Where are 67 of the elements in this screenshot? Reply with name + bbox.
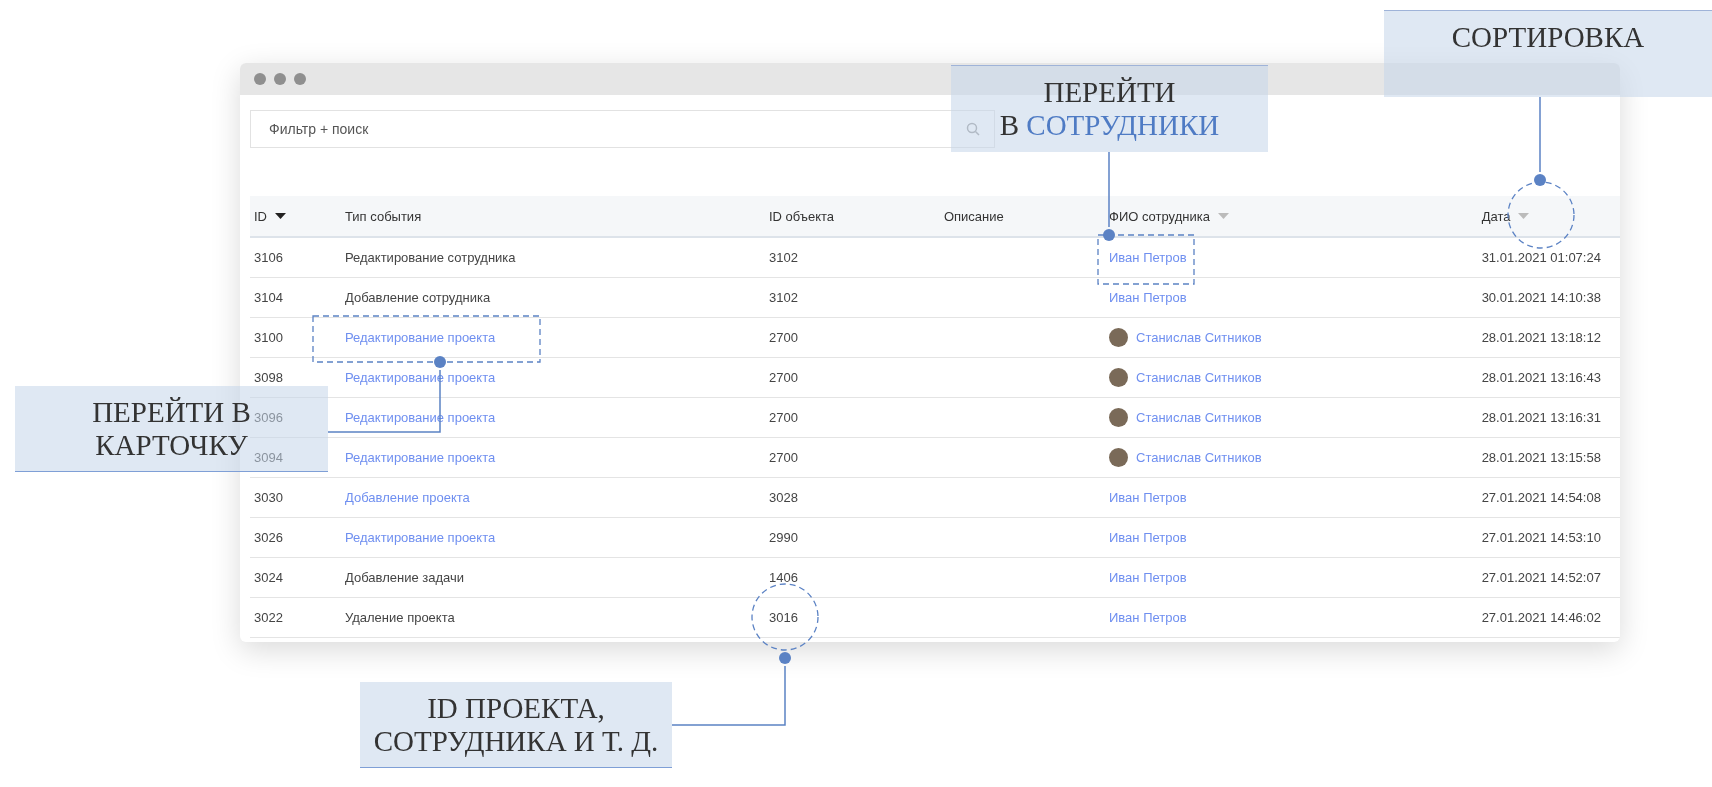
table-cell: 30.01.2021 14:10:38: [1481, 290, 1601, 305]
table-cell: 3030: [254, 490, 283, 505]
event-link[interactable]: Редактирование проекта: [344, 330, 496, 345]
employee-link[interactable]: Станислав Ситников: [1136, 410, 1262, 425]
event-link[interactable]: Редактирование проекта: [344, 450, 496, 465]
table-cell: 3028: [768, 490, 798, 505]
anchor-dot: [434, 356, 446, 368]
column-header: Тип события: [344, 208, 422, 224]
employee-link[interactable]: Иван Петров: [1109, 490, 1187, 505]
table-cell: 28.01.2021 13:16:43: [1481, 370, 1601, 385]
column-header: Описание: [943, 208, 1004, 224]
table-cell: Редактирование сотрудника: [344, 250, 516, 265]
window-control-icon[interactable]: [254, 73, 266, 85]
table-cell: 31.01.2021 01:07:24: [1481, 250, 1601, 265]
anchor-dot: [1534, 174, 1546, 186]
employee-link[interactable]: Станислав Ситников: [1136, 330, 1262, 345]
table-cell: 27.01.2021 14:54:08: [1481, 490, 1601, 505]
table-cell: 3096: [254, 410, 283, 425]
table-cell: 3016: [768, 610, 798, 625]
table-cell: Удаление проекта: [344, 610, 455, 625]
table-cell: Добавление задачи: [344, 570, 464, 585]
table-cell: 2700: [768, 450, 798, 465]
table-cell: 3026: [254, 530, 283, 545]
anchor-dot: [779, 652, 791, 664]
employee-link[interactable]: Станислав Ситников: [1136, 370, 1262, 385]
table-cell: 3102: [768, 290, 798, 305]
column-header[interactable]: Дата: [1481, 208, 1511, 224]
table-cell: 27.01.2021 14:46:02: [1481, 610, 1601, 625]
employee-link[interactable]: Станислав Ситников: [1136, 450, 1262, 465]
table-cell: 3024: [254, 570, 283, 585]
employee-link[interactable]: Иван Петров: [1109, 610, 1187, 625]
table-cell: 2990: [768, 530, 798, 545]
column-header: ID объекта: [768, 208, 835, 224]
window-control-icon[interactable]: [274, 73, 286, 85]
callout-tooltip: ID ПРОЕКТА, СОТРУДНИКА И Т. Д.: [360, 682, 672, 768]
callout-tooltip: СОРТИРОВКА: [1384, 10, 1712, 97]
table-cell: 2700: [768, 370, 798, 385]
table-cell: 28.01.2021 13:15:58: [1481, 450, 1601, 465]
employee-link[interactable]: Иван Петров: [1109, 250, 1187, 265]
table-cell: 3022: [254, 610, 283, 625]
table-cell: 28.01.2021 13:18:12: [1481, 330, 1601, 345]
search-icon[interactable]: [966, 122, 980, 136]
table-cell: 3098: [254, 370, 283, 385]
table-cell: 1406: [768, 570, 798, 585]
table-cell: 2700: [768, 410, 798, 425]
table-cell: 3102: [768, 250, 798, 265]
highlight-circle: [751, 583, 819, 651]
event-link[interactable]: Редактирование проекта: [344, 530, 496, 545]
window-control-icon[interactable]: [294, 73, 306, 85]
callout-tooltip: ПЕРЕЙТИ В СОТРУДНИКИ: [951, 65, 1268, 152]
employee-link[interactable]: Иван Петров: [1109, 530, 1187, 545]
employee-link[interactable]: Иван Петров: [1109, 290, 1187, 305]
search-field[interactable]: Фильтр + поиск: [250, 110, 995, 148]
anchor-dot: [1103, 229, 1115, 241]
table-cell: 3106: [254, 250, 283, 265]
column-header[interactable]: ID: [254, 208, 267, 224]
table-cell: 27.01.2021 14:52:07: [1481, 570, 1601, 585]
event-link[interactable]: Добавление проекта: [344, 490, 470, 505]
table-cell: 3100: [254, 330, 283, 345]
table-cell: Добавление сотрудника: [344, 290, 491, 305]
table-cell: 28.01.2021 13:16:31: [1481, 410, 1601, 425]
table-cell: 3094: [254, 450, 283, 465]
employee-link[interactable]: Иван Петров: [1109, 570, 1187, 585]
sort-arrow-icon[interactable]: [275, 213, 286, 219]
table-cell: 2700: [768, 330, 798, 345]
table-cell: 27.01.2021 14:53:10: [1481, 530, 1601, 545]
table-cell: 3104: [254, 290, 283, 305]
